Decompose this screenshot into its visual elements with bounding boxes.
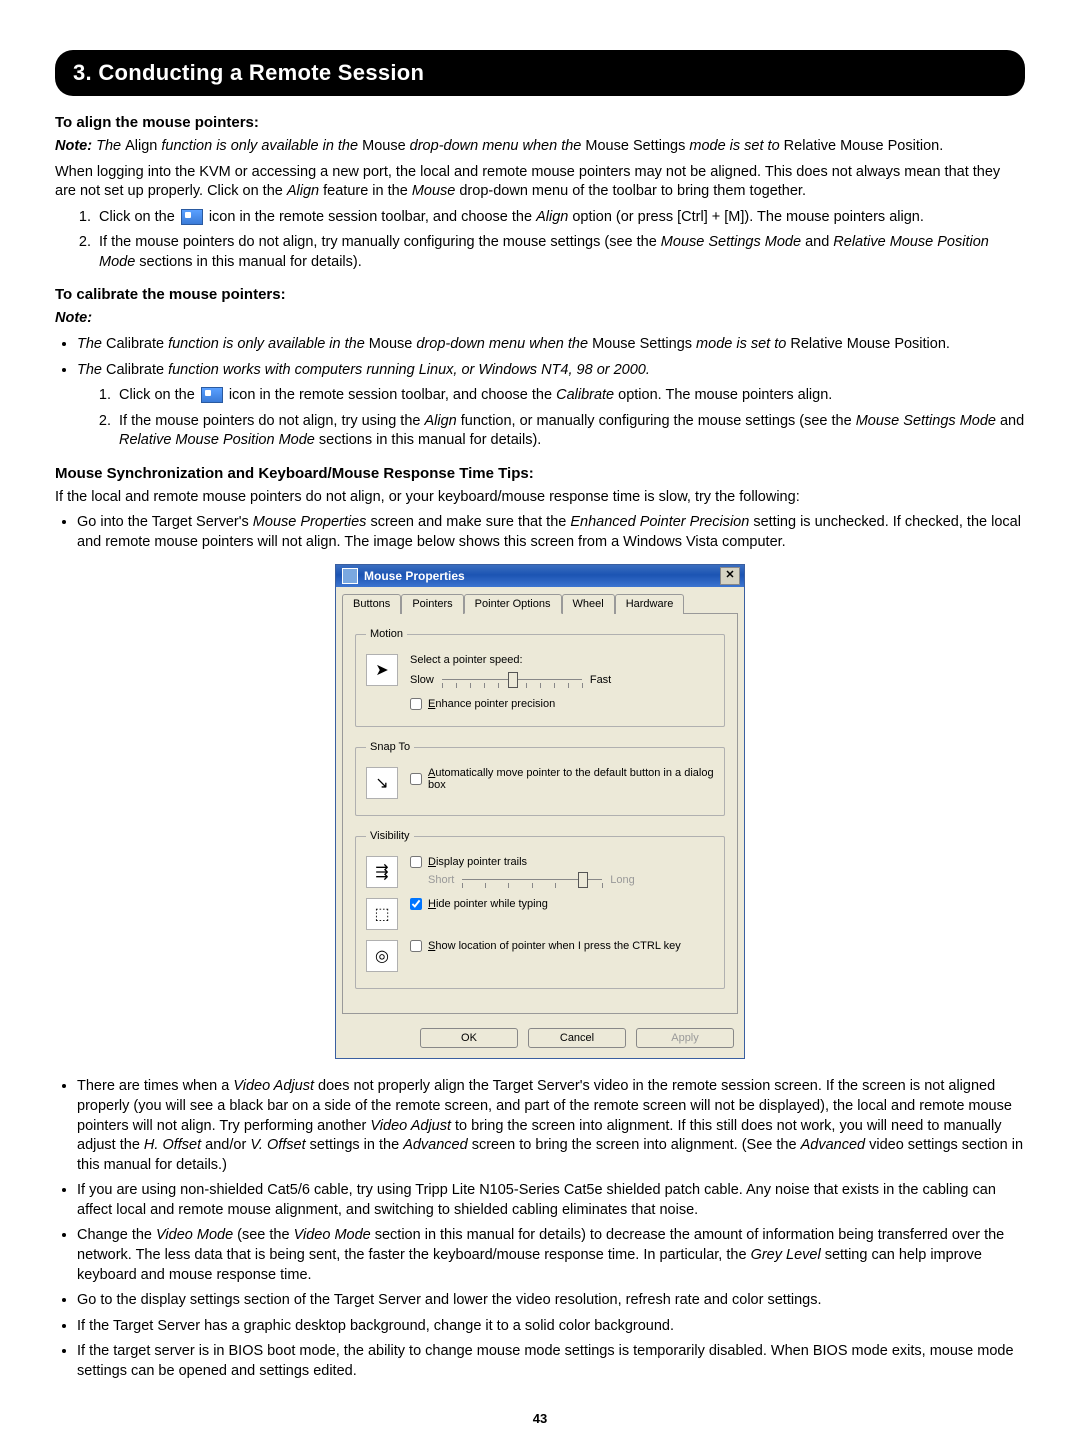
align-step-1: Click on the icon in the remote session …: [95, 208, 1025, 228]
align-heading: To align the mouse pointers:: [55, 114, 1025, 131]
dialog-titlebar: Mouse Properties ✕: [336, 565, 744, 587]
close-icon[interactable]: ✕: [720, 567, 740, 585]
pointer-trails-checkbox[interactable]: [410, 856, 422, 868]
dialog-button-row: OK Cancel Apply: [336, 1020, 744, 1058]
calibrate-step-2: If the mouse pointers do not align, try …: [115, 412, 1025, 451]
apply-button[interactable]: Apply: [636, 1028, 734, 1048]
short-label: Short: [428, 874, 454, 886]
snap-to-checkbox[interactable]: [410, 773, 422, 785]
tip-bios-mode: If the target server is in BIOS boot mod…: [77, 1342, 1025, 1381]
calibrate-note-2: The Calibrate function works with comput…: [77, 361, 1025, 381]
snap-legend: Snap To: [366, 741, 414, 753]
ctrl-locate-label: Show location of pointer when I press th…: [428, 940, 681, 952]
align-steps: Click on the icon in the remote session …: [95, 208, 1025, 273]
hide-pointer-checkbox[interactable]: [410, 898, 422, 910]
long-label: Long: [610, 874, 634, 886]
section-banner: 3. Conducting a Remote Session: [55, 50, 1025, 96]
pointer-trails-label: Display pointer trails: [428, 856, 527, 868]
cancel-button[interactable]: Cancel: [528, 1028, 626, 1048]
tip-video-mode: Change the Video Mode (see the Video Mod…: [77, 1226, 1025, 1285]
align-step-2: If the mouse pointers do not align, try …: [95, 233, 1025, 272]
trails-icon: ⇶: [366, 856, 398, 888]
ctrl-locate-checkbox[interactable]: [410, 940, 422, 952]
snap-to-icon: ↘: [366, 767, 398, 799]
tab-buttons[interactable]: Buttons: [342, 594, 401, 614]
tips-list-bottom: There are times when a Video Adjust does…: [77, 1077, 1025, 1381]
mouse-toolbar-icon: [181, 209, 203, 225]
dialog-title: Mouse Properties: [364, 569, 465, 583]
tips-intro: If the local and remote mouse pointers d…: [55, 488, 1025, 508]
tip-shielded-cable: If you are using non-shielded Cat5/6 cab…: [77, 1181, 1025, 1220]
calibrate-notes: The Calibrate function is only available…: [77, 335, 1025, 380]
dialog-tabs: Buttons Pointers Pointer Options Wheel H…: [336, 587, 744, 613]
calibrate-note-label: Note:: [55, 309, 1025, 329]
ctrl-locate-icon: ◎: [366, 940, 398, 972]
tip-enhanced-precision: Go into the Target Server's Mouse Proper…: [77, 513, 1025, 552]
tab-pointer-options[interactable]: Pointer Options: [464, 594, 562, 614]
slow-label: Slow: [410, 674, 434, 686]
align-note: Note: The Align function is only availab…: [55, 137, 1025, 157]
pointer-speed-icon: ➤: [366, 654, 398, 686]
mouse-properties-screenshot: Mouse Properties ✕ Buttons Pointers Poin…: [335, 564, 745, 1059]
calibrate-heading: To calibrate the mouse pointers:: [55, 286, 1025, 303]
calibrate-step-1: Click on the icon in the remote session …: [115, 386, 1025, 406]
align-paragraph: When logging into the KVM or accessing a…: [55, 163, 1025, 202]
tip-video-adjust: There are times when a Video Adjust does…: [77, 1077, 1025, 1175]
pointer-speed-slider[interactable]: [442, 672, 582, 688]
tips-heading: Mouse Synchronization and Keyboard/Mouse…: [55, 465, 1025, 482]
tip-desktop-background: If the Target Server has a graphic deskt…: [77, 1317, 1025, 1337]
tab-panel-pointer-options: Motion ➤ Select a pointer speed: Slow: [342, 613, 738, 1014]
manual-page: 3. Conducting a Remote Session To align …: [0, 0, 1080, 1456]
tip-display-settings: Go to the display settings section of th…: [77, 1291, 1025, 1311]
page-number: 43: [55, 1411, 1025, 1426]
visibility-legend: Visibility: [366, 830, 414, 842]
hide-pointer-icon: ⬚: [366, 898, 398, 930]
tab-pointers[interactable]: Pointers: [401, 594, 463, 614]
pointer-speed-label: Select a pointer speed:: [410, 654, 714, 666]
enhance-precision-checkbox[interactable]: [410, 698, 422, 710]
calibrate-note-1: The Calibrate function is only available…: [77, 335, 1025, 355]
tips-list-top: Go into the Target Server's Mouse Proper…: [77, 513, 1025, 552]
group-snap-to: Snap To ↘ Automatically move pointer to …: [355, 741, 725, 816]
group-visibility: Visibility ⇶ Display pointer trails Shor…: [355, 830, 725, 989]
snap-to-label: Automatically move pointer to the defaul…: [428, 767, 714, 791]
tab-hardware[interactable]: Hardware: [615, 594, 685, 614]
group-motion: Motion ➤ Select a pointer speed: Slow: [355, 628, 725, 727]
dialog-app-icon: [342, 568, 358, 584]
mouse-toolbar-icon: [201, 387, 223, 403]
motion-legend: Motion: [366, 628, 407, 640]
fast-label: Fast: [590, 674, 611, 686]
ok-button[interactable]: OK: [420, 1028, 518, 1048]
hide-pointer-label: Hide pointer while typing: [428, 898, 548, 910]
tab-wheel[interactable]: Wheel: [562, 594, 615, 614]
trails-length-slider: [462, 872, 602, 888]
calibrate-steps: Click on the icon in the remote session …: [115, 386, 1025, 451]
enhance-precision-label: EEnhance pointer precisionnhance pointer…: [428, 698, 555, 710]
